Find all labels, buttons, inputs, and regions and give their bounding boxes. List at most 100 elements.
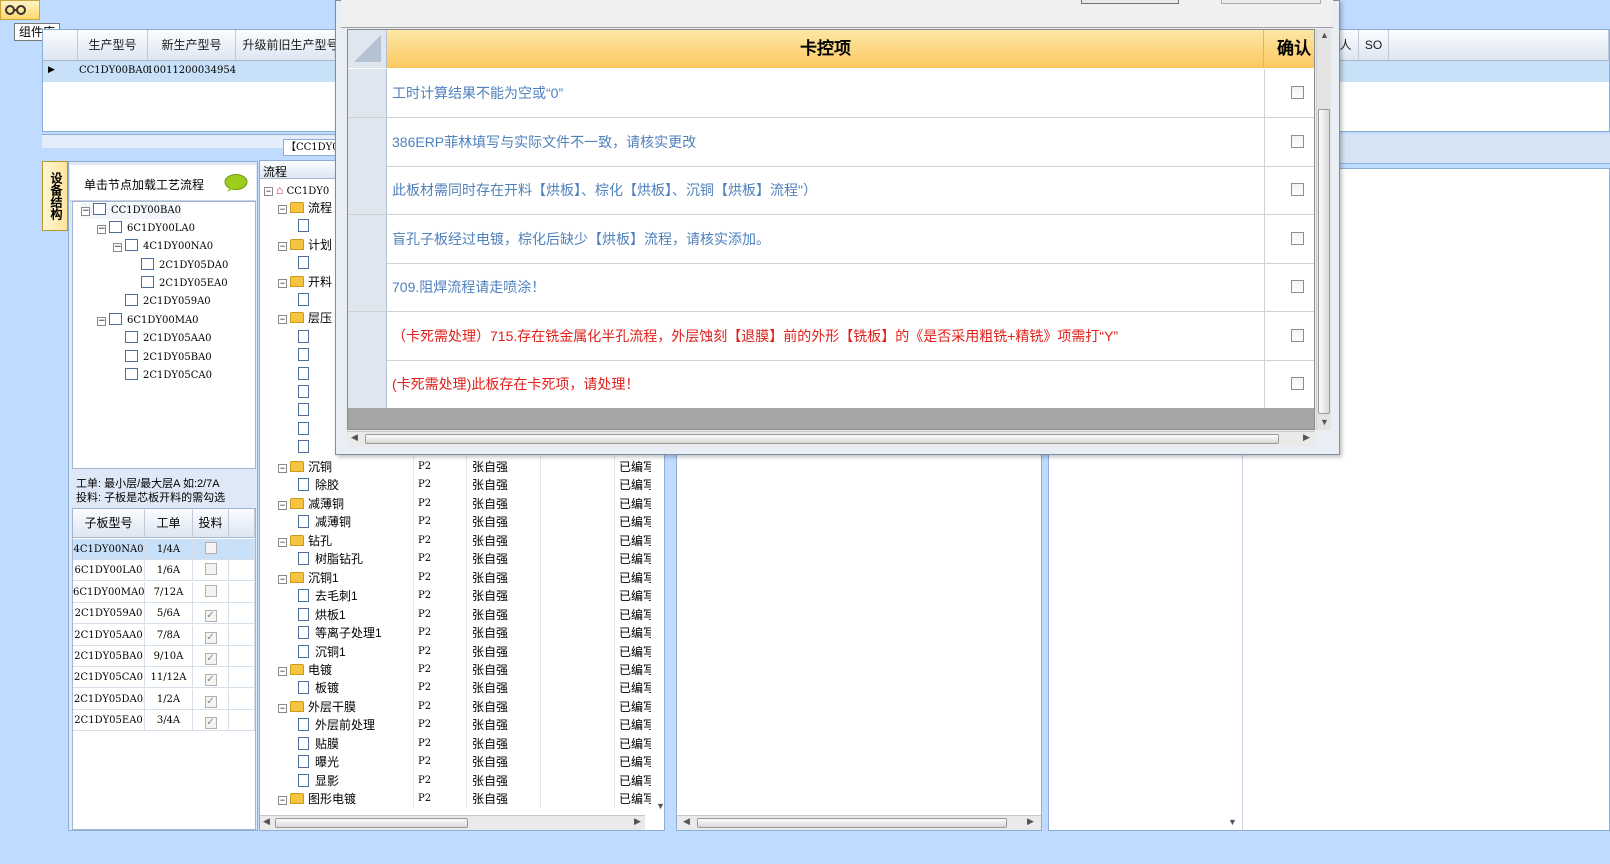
cell-subboard-model[interactable]: 2C1DY05CA0 — [73, 667, 145, 689]
check-item-row[interactable]: 709.阻焊流程请走喷涂！ — [348, 263, 1314, 312]
confirm-checkbox[interactable] — [1291, 86, 1304, 99]
cell-work-order[interactable]: 1/6A — [145, 560, 193, 582]
cell-subboard-model[interactable]: 4C1DY00NA0 — [73, 539, 145, 560]
tree-node[interactable]: 2C1DY05BA0 — [125, 350, 212, 366]
cell-work-order[interactable]: 3/4A — [145, 710, 193, 732]
tree-node[interactable]: 2C1DY05CA0 — [125, 368, 212, 384]
cell-subboard-model[interactable]: 2C1DY05EA0 — [73, 710, 145, 732]
cell-feed[interactable] — [193, 539, 229, 560]
tree-node[interactable]: −6C1DY00MA0 — [97, 313, 199, 329]
process-node[interactable]: − 沉铜 — [278, 458, 332, 477]
cell-work-order[interactable]: 11/12A — [145, 667, 193, 689]
confirm-checkbox[interactable] — [1291, 328, 1304, 342]
cell-feed[interactable]: ✓ — [193, 603, 229, 625]
process-node[interactable] — [298, 383, 315, 402]
tab-product[interactable]: 【CC1DY0 — [283, 139, 341, 156]
cell-subboard-model[interactable]: 6C1DY00MA0 — [73, 581, 145, 603]
process-node[interactable]: − 电镀 — [278, 661, 332, 680]
confirm-checkbox[interactable] — [1291, 134, 1304, 148]
process-node[interactable] — [298, 217, 315, 236]
col-subboard-model[interactable]: 子板型号 — [73, 509, 145, 538]
process-node[interactable]: − 外层干膜 — [278, 698, 356, 717]
process-node[interactable]: − 钻孔 — [278, 532, 332, 551]
cell-work-order[interactable]: 5/6A — [145, 603, 193, 625]
feed-checkbox[interactable]: ✓ — [204, 717, 217, 730]
process-node[interactable] — [298, 328, 315, 347]
cell-subboard-model[interactable]: 2C1DY05BA0 — [73, 646, 145, 667]
component-library-button[interactable] — [0, 0, 40, 20]
process-node[interactable]: 沉铜1 — [298, 643, 346, 662]
process-node[interactable]: 等离子处理1 — [298, 624, 382, 643]
feed-checkbox[interactable]: ✓ — [204, 653, 217, 665]
check-item-row[interactable]: （卡死需处理）715.存在铣金属化半孔流程，外层蚀刻【退膜】前的外形【铣板】的《… — [348, 311, 1314, 361]
feed-checkbox[interactable]: ✓ — [204, 610, 217, 623]
process-node[interactable]: 外层前处理 — [298, 716, 375, 735]
scroll-down-icon[interactable]: ▼ — [1228, 817, 1237, 827]
feed-checkbox[interactable] — [204, 584, 217, 597]
check-item-row[interactable]: 工时计算结果不能为空或“0” — [348, 69, 1314, 118]
cell-work-order[interactable]: 7/8A — [145, 624, 193, 646]
col-confirm[interactable]: 确认 — [1265, 30, 1314, 68]
dialog-vscrollbar[interactable]: ▲ ▼ — [1316, 29, 1331, 430]
process-node[interactable] — [298, 401, 315, 420]
cell-feed[interactable]: ✓ — [193, 710, 229, 732]
cell-work-order[interactable]: 7/12A — [145, 581, 193, 603]
dialog-hscrollbar[interactable]: ◀ ▶ — [347, 431, 1315, 446]
check-item-row[interactable]: 386ERP菲林填写与实际文件不一致，请核实更改 — [348, 117, 1314, 167]
cell-feed[interactable]: ✓ — [193, 667, 229, 689]
process-node[interactable]: 烘板1 — [298, 606, 346, 625]
process-node[interactable] — [298, 254, 315, 273]
cell-subboard-model[interactable]: 2C1DY05AA0 — [73, 624, 145, 646]
process-node[interactable]: 树脂钻孔 — [298, 550, 363, 569]
cell-subboard-model[interactable]: 2C1DY05DA0 — [73, 688, 145, 710]
confirm-checkbox[interactable] — [1291, 183, 1304, 196]
process-node[interactable] — [298, 438, 315, 457]
col-feed[interactable]: 投料 — [193, 509, 229, 538]
process-node[interactable]: 贴膜 — [298, 735, 339, 754]
cell-work-order[interactable]: 1/2A — [145, 688, 193, 710]
col-work-order[interactable]: 工单 — [145, 509, 193, 538]
scroll-down-icon[interactable]: ▼ — [656, 801, 665, 811]
tree-node[interactable]: − CC1DY00BA0 — [81, 203, 181, 219]
cell-work-order[interactable]: 9/10A — [145, 646, 193, 667]
cell-feed[interactable]: ✓ — [193, 624, 229, 646]
subboard-table[interactable]: 子板型号 工单 投料 4C1DY00NA0 1/4A 6C1DY00LA0 1/6A 6… — [72, 508, 256, 830]
tree-node[interactable]: −6C1DY00LA0 — [97, 221, 195, 237]
process-node[interactable]: − 开料 — [278, 273, 332, 292]
col-so[interactable]: SO — [1359, 30, 1389, 61]
dialog-button[interactable] — [1221, 0, 1321, 4]
tree-node[interactable]: 2C1DY059A0 — [125, 294, 211, 310]
cell-feed[interactable] — [193, 581, 229, 603]
cell-work-order[interactable]: 1/4A — [145, 539, 193, 560]
process-node[interactable] — [298, 346, 315, 365]
feed-checkbox[interactable] — [204, 563, 217, 576]
process-hscrollbar[interactable]: ◀ ▶ — [260, 815, 645, 830]
tree-node[interactable]: 2C1DY05AA0 — [125, 331, 212, 347]
feed-checkbox[interactable] — [204, 542, 217, 554]
process-node[interactable]: 除胶 — [298, 476, 339, 495]
process-node[interactable]: − 减薄铜 — [278, 495, 344, 514]
confirm-checkbox[interactable] — [1291, 231, 1304, 245]
cell-feed[interactable] — [193, 560, 229, 582]
confirm-checkbox[interactable] — [1291, 280, 1304, 293]
process-node[interactable]: − 图形电镀 — [278, 790, 356, 809]
feed-checkbox[interactable]: ✓ — [204, 631, 217, 644]
col-prod-model[interactable]: 生产型号 — [78, 30, 148, 61]
col-new-prod-model[interactable]: 新生产型号 — [148, 30, 236, 61]
tree-node[interactable]: −4C1DY00NA0 — [113, 239, 213, 255]
process-root[interactable]: − ⌂ CC1DY0 — [264, 181, 329, 200]
process-node[interactable]: − 计划 — [278, 236, 332, 255]
col-old-prod-model[interactable]: 升级前旧生产型号 — [236, 30, 346, 61]
cell-feed[interactable]: ✓ — [193, 646, 229, 667]
check-item-row[interactable]: 盲孔子板经过电镀，棕化后缺少【烘板】流程，请核实添加。 — [348, 214, 1314, 264]
process-node[interactable]: 曝光 — [298, 753, 339, 772]
check-item-row[interactable]: 此板材需同时存在开料【烘板】、棕化【烘板】、沉铜【烘板】流程"） — [348, 166, 1314, 215]
process-node[interactable]: 去毛刺1 — [298, 587, 358, 606]
check-item-row[interactable]: (卡死需处理)此板存在卡死项，请处理！ — [348, 360, 1314, 409]
tree-node[interactable]: 2C1DY05DA0 — [141, 258, 228, 274]
feed-checkbox[interactable]: ✓ — [204, 695, 217, 708]
tree-node[interactable]: 2C1DY05EA0 — [141, 276, 228, 292]
cell-feed[interactable]: ✓ — [193, 688, 229, 710]
cell-subboard-model[interactable]: 6C1DY00LA0 — [73, 560, 145, 582]
check-items-grid[interactable]: 卡控项 确认 工时计算结果不能为空或“0” 386ERP菲林填写与实际文件不一致，… — [347, 29, 1315, 430]
